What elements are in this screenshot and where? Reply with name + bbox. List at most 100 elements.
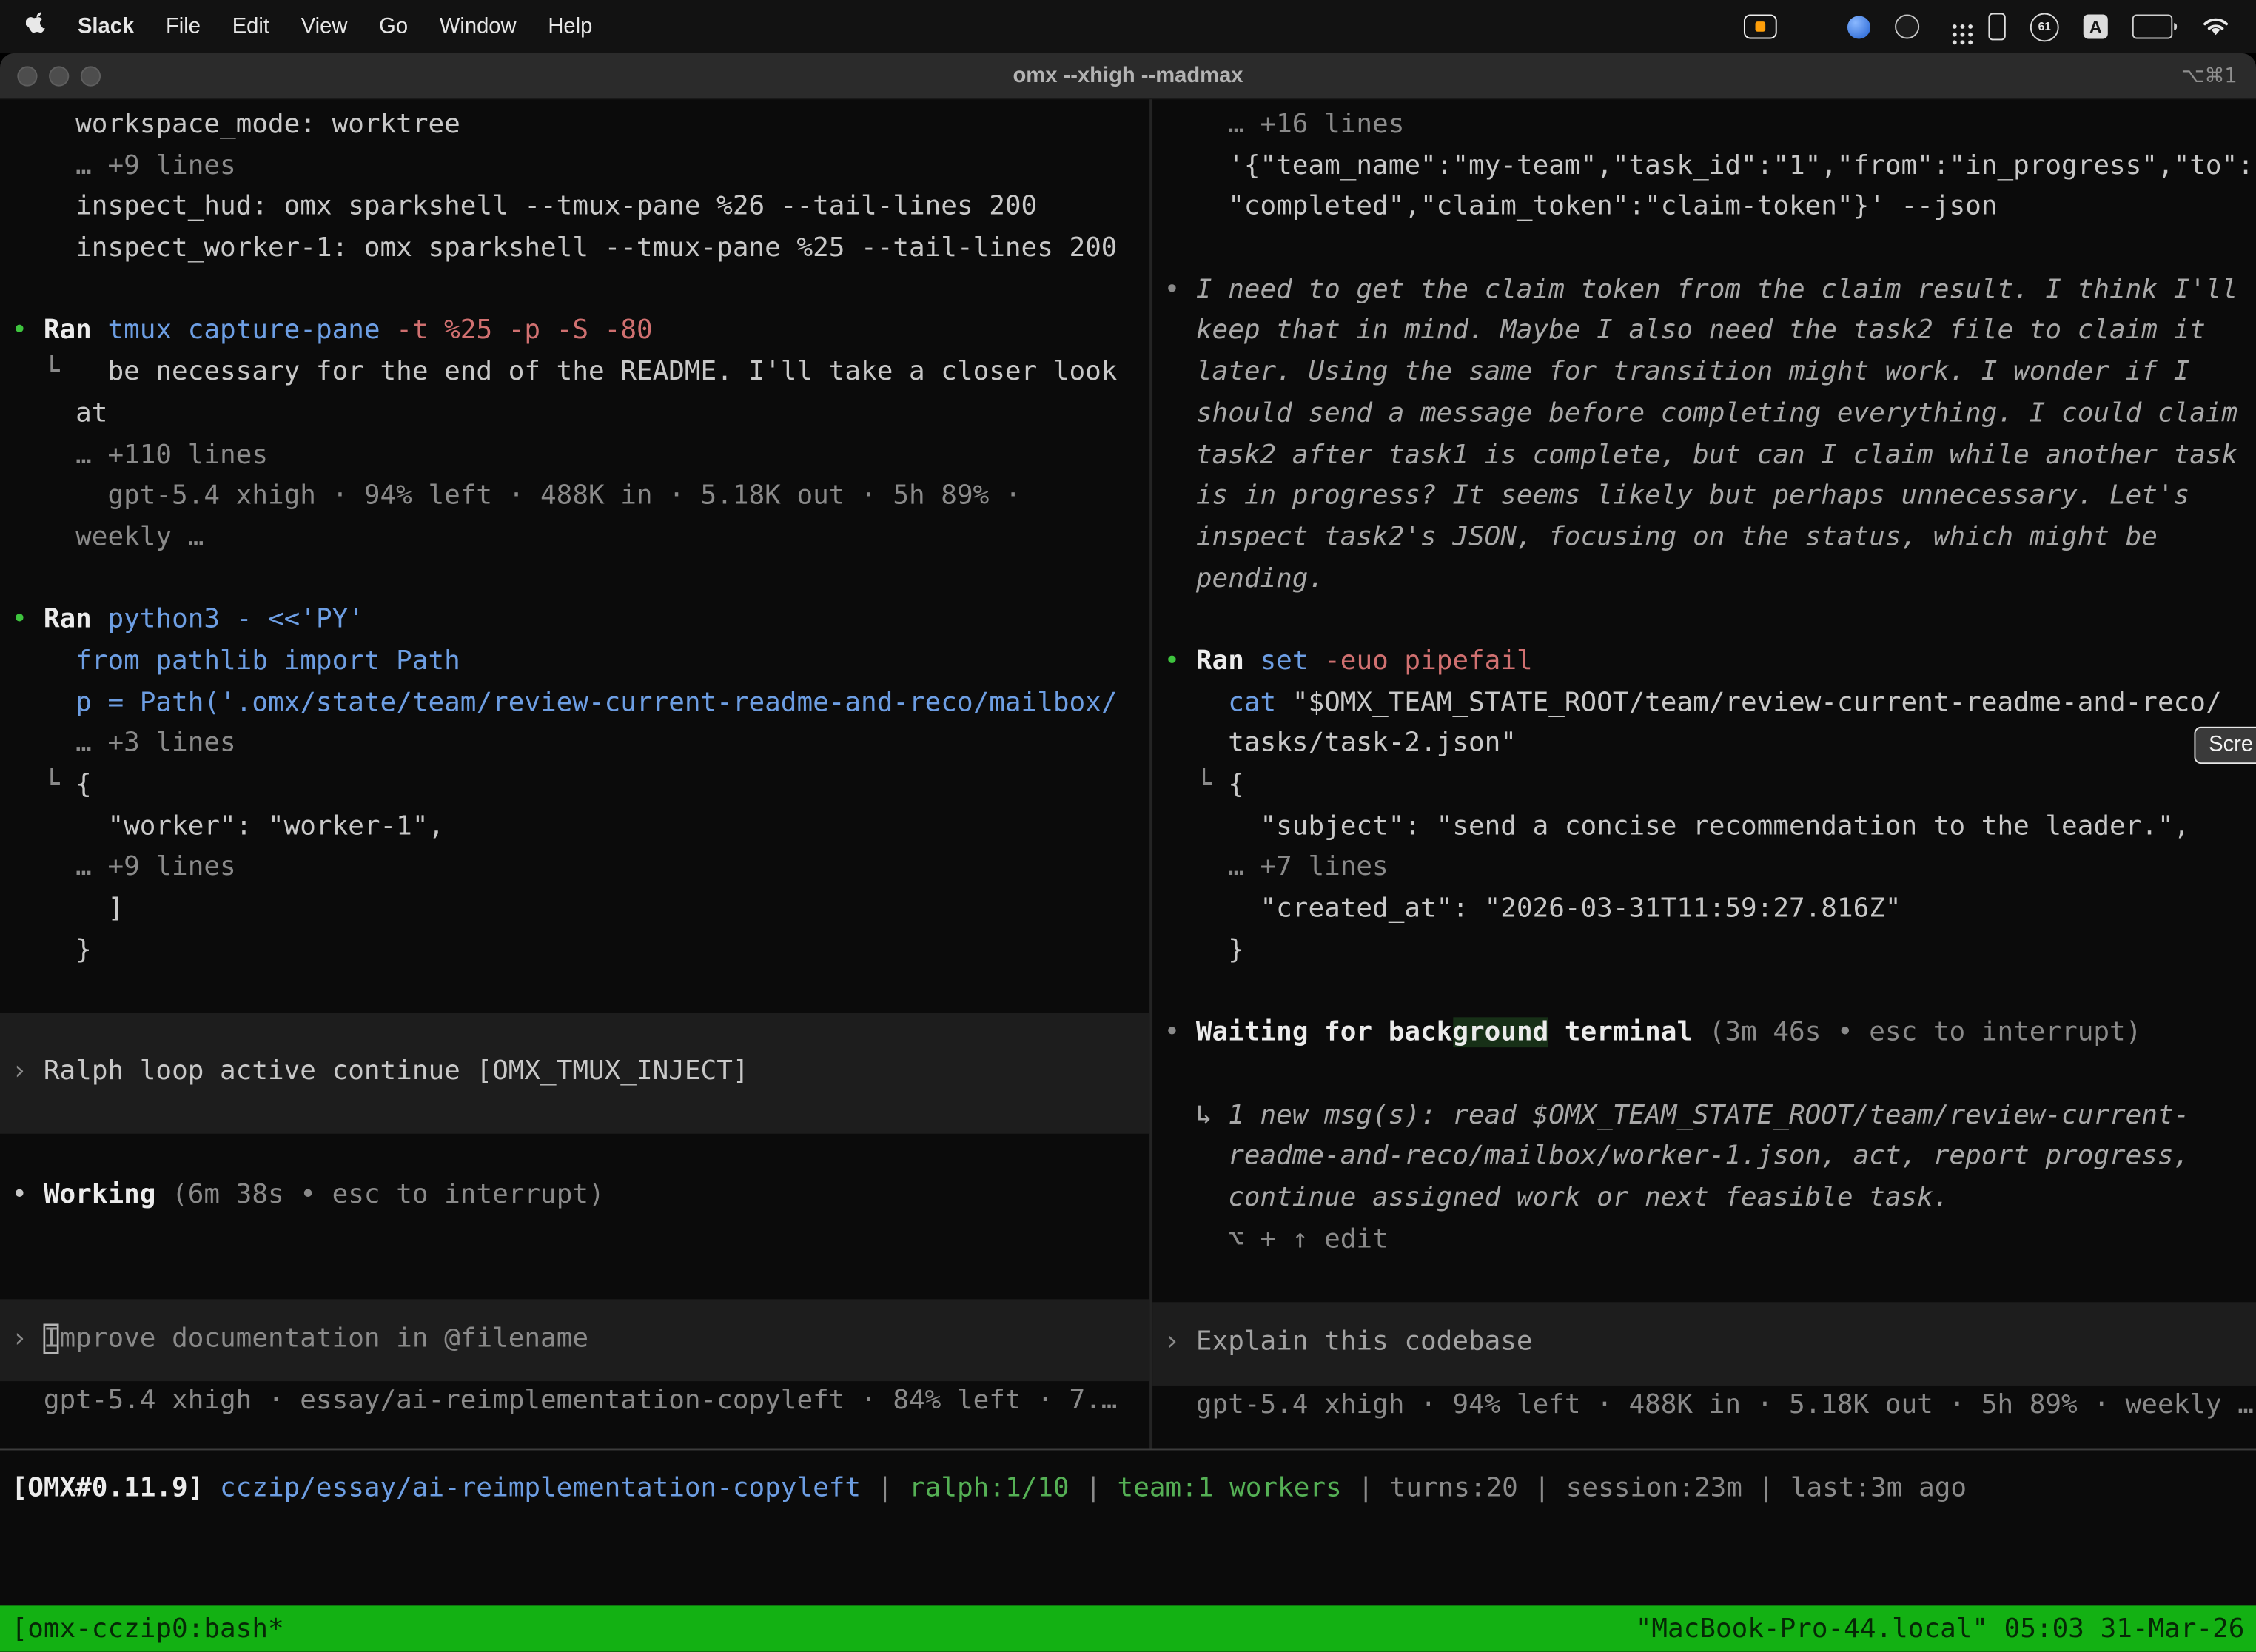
terminal-line — [12, 270, 1150, 312]
window-shortcut-hint: ⌥⌘1 — [2181, 64, 2237, 87]
text-segment: cat — [1164, 687, 1292, 717]
text-segment: '{"team_name":"my-team","task_id":"1","f… — [1164, 150, 2254, 181]
text-segment: weekly … — [12, 522, 204, 552]
terminal-line: } — [12, 930, 1150, 972]
prompt-input-row[interactable]: › Improve documentation in @filename — [0, 1299, 1149, 1382]
terminal-line: workspace_mode: worktree — [12, 105, 1150, 147]
terminal-line: gpt-5.4 xhigh · 94% left · 488K in · 5.1… — [12, 477, 1150, 518]
menu-item-edit[interactable]: Edit — [216, 14, 285, 38]
text-segment: › — [12, 1323, 44, 1354]
terminal-line — [1164, 1054, 2256, 1095]
text-segment: "subject": "send a concise recommendatio… — [1164, 811, 2190, 842]
terminal-line: inspect_worker-1: omx sparkshell --tmux-… — [12, 229, 1150, 270]
desktop: Slack File Edit View Go Window Help 61 A — [0, 0, 2256, 1652]
terminal-line: • Ran python3 - <<'PY' — [12, 600, 1150, 642]
terminal-line — [12, 559, 1150, 600]
compass-icon[interactable] — [1847, 15, 1870, 38]
text-segment: mprove documentation in @filename — [60, 1323, 588, 1354]
text-segment: (3m 46s • esc to interrupt) — [1709, 1018, 2142, 1048]
text-segment: should send a message before completing … — [1164, 398, 2238, 429]
terminal-line: ↳ 1 new msg(s): read $OMX_TEAM_STATE_ROO… — [1164, 1095, 2256, 1137]
text-segment: } — [1164, 935, 1244, 965]
terminal-line: • Working (6m 38s • esc to interrupt) — [12, 1175, 1150, 1216]
device-icon[interactable] — [1988, 13, 2005, 40]
text-segment: is in progress? It seems likely but perh… — [1164, 481, 2190, 511]
text-segment: Ran — [44, 605, 108, 635]
menu-item-go[interactable]: Go — [363, 14, 424, 38]
text-segment: "created_at": "2026-03-31T11:59:27.816Z" — [1164, 893, 1901, 924]
terminal-line — [12, 1216, 1150, 1258]
terminal-line: └ { — [1164, 765, 2256, 807]
terminal-line — [1164, 1260, 2256, 1302]
screen-recording-stop-icon[interactable] — [1744, 14, 1777, 38]
window-title: omx --xhigh --madmax — [1013, 64, 1243, 88]
terminal-line: at — [12, 394, 1150, 435]
battery-badge-icon[interactable]: 61 — [2030, 13, 2059, 41]
screen-edge-tooltip: Scre — [2195, 727, 2256, 765]
terminal-line: … +3 lines — [12, 724, 1150, 765]
terminal-line: weekly … — [12, 518, 1150, 560]
terminal-line: keep that in mind. Maybe I also need the… — [1164, 312, 2256, 353]
terminal-line: • Waiting for background terminal (3m 46… — [1164, 1013, 2256, 1055]
wifi-icon[interactable] — [2201, 16, 2230, 37]
text-segment: ralph:1/10 — [909, 1474, 1070, 1504]
terminal-line: └ { — [12, 765, 1150, 807]
text-segment: workspace_mode: worktree — [12, 110, 460, 140]
menu-item-view[interactable]: View — [285, 14, 363, 38]
terminal-line — [1164, 229, 2256, 270]
prompt-suggestion-row[interactable]: › Explain this codebase — [1152, 1302, 2256, 1385]
grid-icon[interactable] — [1802, 16, 1823, 37]
terminal-line: • I need to get the claim token from the… — [1164, 270, 2256, 312]
text-segment: Ran — [44, 316, 108, 346]
apple-menu[interactable] — [20, 12, 61, 42]
text-segment: … +3 lines — [12, 728, 236, 759]
window-title-bar[interactable]: omx --xhigh --madmax ⌥⌘1 — [0, 53, 2256, 99]
menu-item-file[interactable]: File — [150, 14, 217, 38]
terminal-line: continue assigned work or next feasible … — [1164, 1178, 2256, 1220]
terminal-line — [12, 1258, 1150, 1299]
omx-status-bar: [OMX#0.11.9] cczip/essay/ai-reimplementa… — [0, 1448, 2256, 1528]
text-segment: gpt-5.4 xhigh · 94% left · 488K in · 5.1… — [1164, 1389, 2254, 1420]
terminal-line: pending. — [1164, 559, 2256, 600]
text-segment: python3 - <<'PY' — [107, 605, 363, 635]
text-segment: | — [1070, 1474, 1118, 1504]
text-segment: Ralph loop active continue [OMX_TMUX_INJ… — [44, 1056, 749, 1087]
input-source-icon[interactable]: A — [2084, 14, 2108, 38]
text-segment: inspect task2's JSON, focusing on the st… — [1164, 522, 2158, 552]
battery-icon[interactable] — [2132, 14, 2177, 38]
menu-item-help[interactable]: Help — [532, 14, 608, 38]
terminal-line: tasks/task-2.json" — [1164, 724, 2256, 765]
left-terminal-pane[interactable]: workspace_mode: worktree … +9 lines insp… — [0, 99, 1152, 1448]
terminal-line: readme-and-reco/mailbox/worker-1.json, a… — [1164, 1137, 2256, 1178]
text-segment: └ — [1164, 770, 1229, 800]
terminal-line: task2 after task1 is complete, but can I… — [1164, 435, 2256, 477]
text-segment: Explain this codebase — [1196, 1326, 1533, 1357]
text-segment: ] — [12, 893, 124, 924]
text-segment: gpt-5.4 xhigh · essay/ai-reimplementatio… — [12, 1386, 1118, 1417]
apple-logo-icon — [26, 12, 47, 42]
text-segment: team:1 workers — [1118, 1474, 1342, 1504]
text-segment: pending. — [1164, 563, 1325, 594]
text-segment: • — [1164, 646, 1196, 676]
text-segment: Waiting for back — [1196, 1018, 1452, 1048]
text-segment: ↳ 1 new msg(s): read $OMX_TEAM_STATE_ROO… — [1164, 1100, 2190, 1130]
text-segment: keep that in mind. Maybe I also need the… — [1164, 316, 2206, 346]
terminal-line: cat "$OMX_TEAM_STATE_ROOT/team/review-cu… — [1164, 683, 2256, 725]
ralph-loop-row[interactable]: › Ralph loop active continue [OMX_TMUX_I… — [0, 1013, 1149, 1134]
menu-item-window[interactable]: Window — [423, 14, 531, 38]
text-segment: set — [1260, 646, 1325, 676]
text-segment: • — [12, 1179, 44, 1209]
circle-app-icon[interactable] — [1895, 14, 1919, 38]
terminal-line: p = Path('.omx/state/team/review-current… — [12, 683, 1150, 725]
app-grid-icon[interactable] — [1944, 16, 1964, 36]
menu-item-slack[interactable]: Slack — [62, 14, 150, 38]
text-segment: … +16 lines — [1164, 110, 1405, 140]
minimize-button[interactable] — [49, 65, 69, 85]
right-terminal-pane[interactable]: … +16 lines '{"team_name":"my-team","tas… — [1152, 99, 2256, 1448]
text-segment: • — [1164, 1018, 1196, 1048]
text-segment: [OMX#0.11.9] — [12, 1474, 220, 1504]
text-segment: terminal — [1548, 1018, 1709, 1048]
terminal-line: inspect task2's JSON, focusing on the st… — [1164, 518, 2256, 560]
close-button[interactable] — [17, 65, 37, 85]
zoom-button[interactable] — [81, 65, 101, 85]
